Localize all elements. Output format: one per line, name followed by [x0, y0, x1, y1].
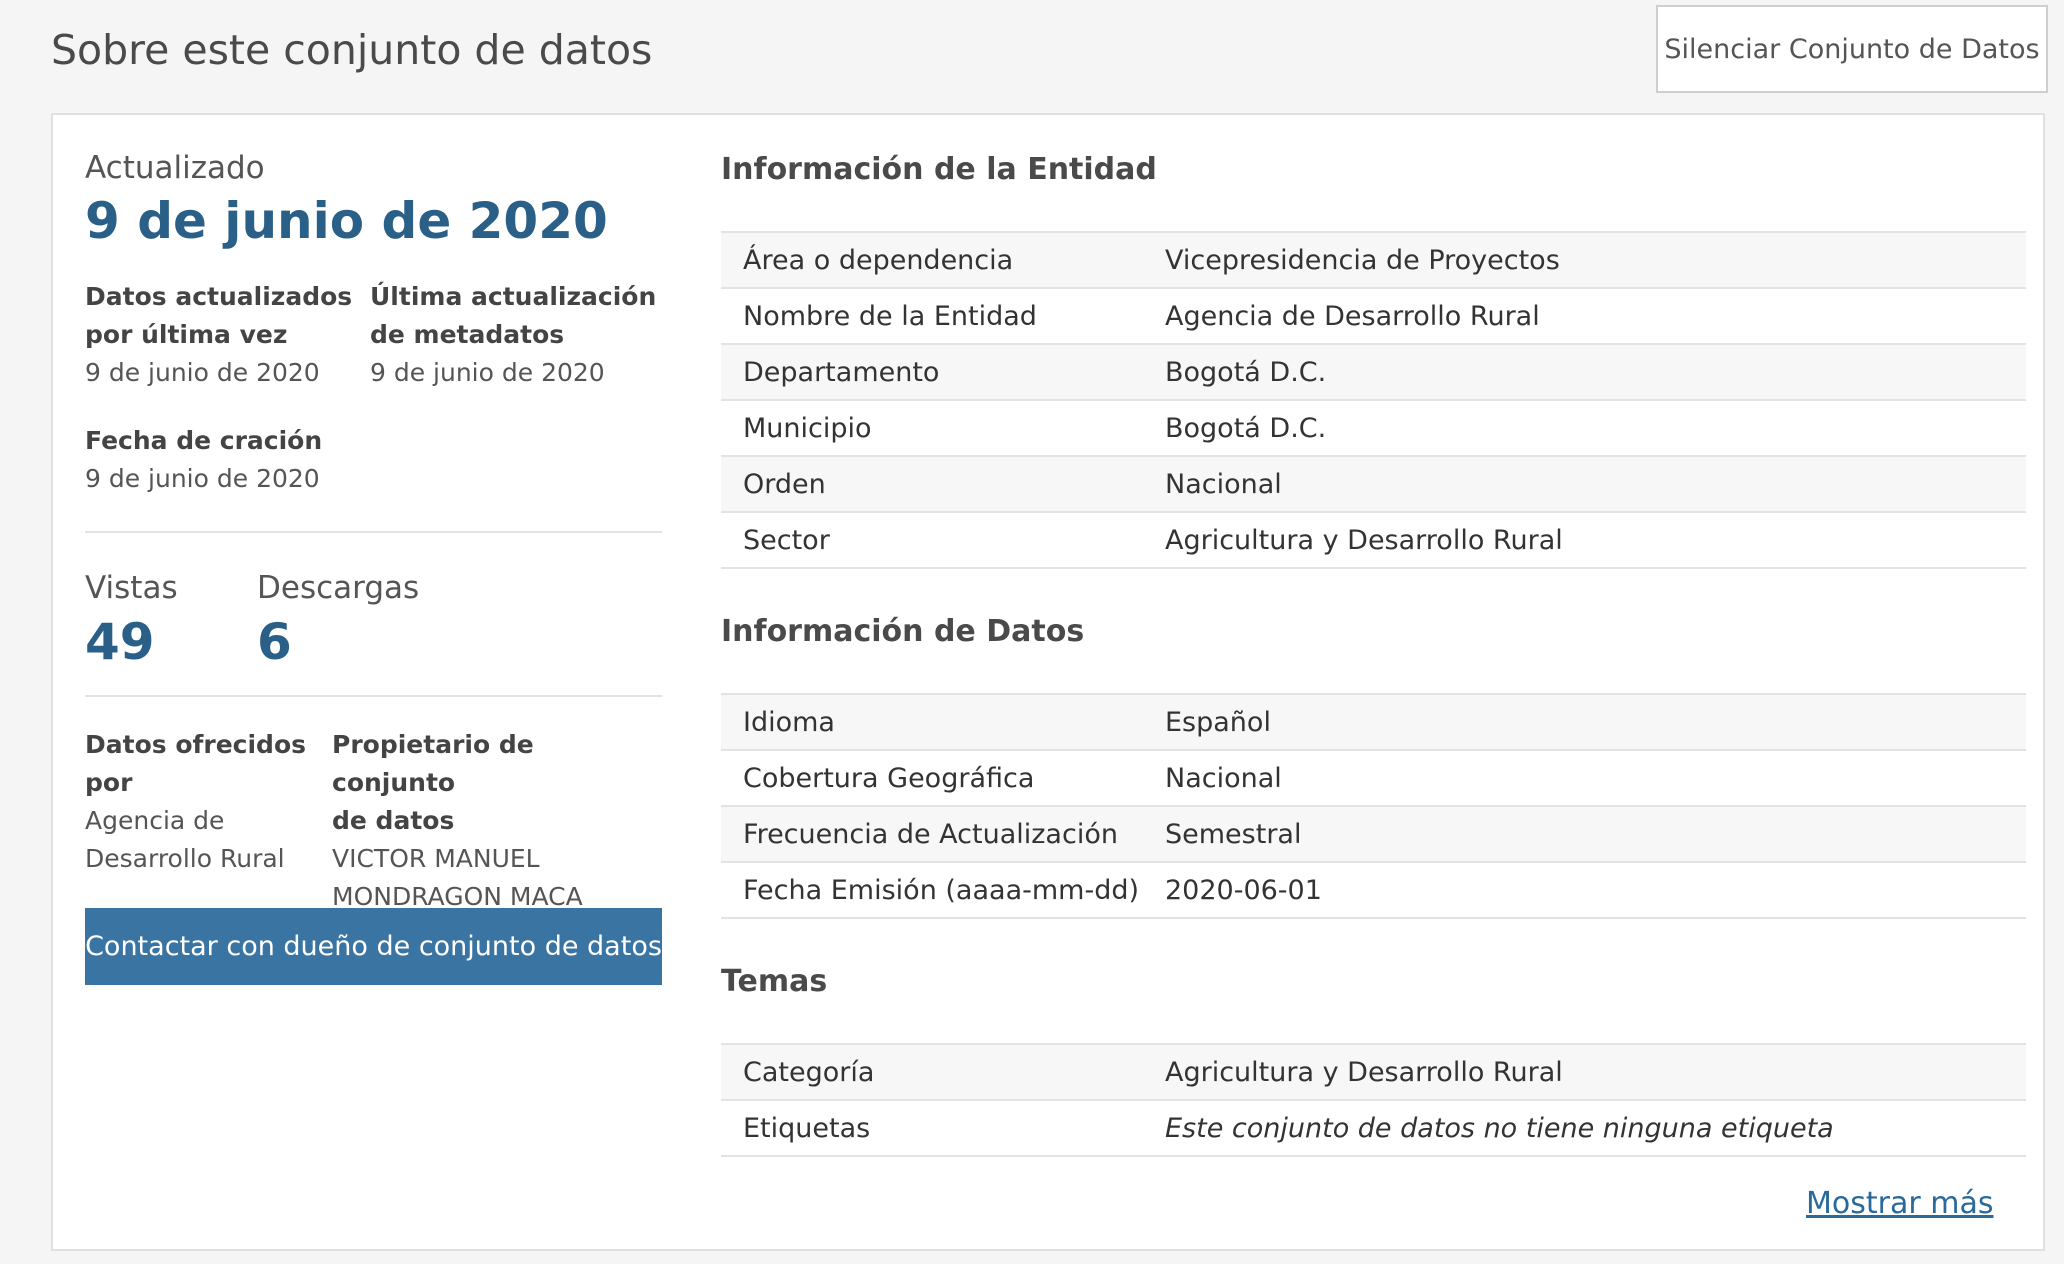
views-label: Vistas	[85, 570, 178, 606]
table-row: Categoría Agricultura y Desarrollo Rural	[721, 1044, 2026, 1100]
metadata-updated-label: Última actualización	[370, 282, 657, 311]
row-key: Orden	[743, 468, 826, 500]
summary-divider	[85, 531, 662, 533]
show-more-link[interactable]: Mostrar más	[1806, 1186, 1993, 1221]
owner-block: Propietario de conjunto de datos VICTOR …	[332, 726, 663, 916]
metadata-updated-block: Última actualización de metadatos 9 de j…	[370, 278, 656, 392]
dataset-about-card: Actualizado 9 de junio de 2020 Datos act…	[51, 113, 2045, 1251]
data-updated-block: Datos actualizados por última vez 9 de j…	[85, 278, 352, 392]
offered-by-label: Datos ofrecidos	[85, 730, 307, 759]
offered-by-block: Datos ofrecidos por Agencia de Desarroll…	[85, 726, 306, 878]
row-value: Nacional	[1165, 468, 1282, 500]
table-row: Sector Agricultura y Desarrollo Rural	[721, 512, 2026, 568]
metadata-updated-label-line2: de metadatos	[370, 320, 565, 349]
created-block: Fecha de cración 9 de junio de 2020	[85, 422, 322, 498]
row-key: Cobertura Geográfica	[743, 762, 1035, 794]
stats-divider	[85, 695, 662, 697]
row-key: Fecha Emisión (aaaa-mm-dd)	[743, 874, 1140, 906]
table-row: Cobertura Geográfica Nacional	[721, 750, 2026, 806]
row-value: Nacional	[1165, 762, 1282, 794]
row-key: Sector	[743, 524, 830, 556]
table-row: Municipio Bogotá D.C.	[721, 400, 2026, 456]
row-value: Este conjunto de datos no tiene ninguna …	[1165, 1112, 1834, 1144]
data-updated-value: 9 de junio de 2020	[85, 358, 320, 387]
row-value: Vicepresidencia de Proyectos	[1165, 244, 1560, 276]
row-key: Municipio	[743, 412, 872, 444]
entity-info-table: Área o dependencia Vicepresidencia de Pr…	[721, 231, 2026, 569]
row-key: Área o dependencia	[743, 244, 1014, 276]
entity-info-title: Información de la Entidad	[721, 152, 1157, 187]
row-value: Agricultura y Desarrollo Rural	[1165, 1056, 1563, 1088]
row-key: Nombre de la Entidad	[743, 300, 1037, 332]
table-row: Área o dependencia Vicepresidencia de Pr…	[721, 232, 2026, 288]
table-row: Frecuencia de Actualización Semestral	[721, 806, 2026, 862]
row-value: Semestral	[1165, 818, 1302, 850]
table-row: Fecha Emisión (aaaa-mm-dd) 2020-06-01	[721, 862, 2026, 918]
owner-label: Propietario de conjunto	[332, 730, 534, 797]
table-row: Departamento Bogotá D.C.	[721, 344, 2026, 400]
contact-owner-button[interactable]: Contactar con dueño de conjunto de datos	[85, 908, 662, 985]
mute-dataset-button[interactable]: Silenciar Conjunto de Datos	[1656, 5, 2048, 93]
row-value: Agricultura y Desarrollo Rural	[1165, 524, 1563, 556]
offered-by-label-line2: por	[85, 768, 133, 797]
downloads-label: Descargas	[257, 570, 420, 606]
topics-title: Temas	[721, 964, 828, 999]
row-key: Categoría	[743, 1056, 875, 1088]
created-label: Fecha de cración	[85, 426, 323, 455]
row-value: Bogotá D.C.	[1165, 356, 1327, 388]
created-value: 9 de junio de 2020	[85, 464, 320, 493]
table-row: Nombre de la Entidad Agencia de Desarrol…	[721, 288, 2026, 344]
row-key: Departamento	[743, 356, 940, 388]
data-updated-label-line2: por última vez	[85, 320, 288, 349]
offered-by-value: Agencia de	[85, 806, 225, 835]
offered-by-value-line2: Desarrollo Rural	[85, 844, 285, 873]
table-row: Orden Nacional	[721, 456, 2026, 512]
owner-value: VICTOR MANUEL	[332, 844, 540, 873]
downloads-count: 6	[257, 613, 292, 671]
table-row: Idioma Español	[721, 694, 2026, 750]
row-key: Frecuencia de Actualización	[743, 818, 1118, 850]
data-info-table: Idioma Español Cobertura Geográfica Naci…	[721, 693, 2026, 919]
data-updated-label: Datos actualizados	[85, 282, 353, 311]
updated-label: Actualizado	[85, 150, 265, 186]
owner-label-line2: de datos	[332, 806, 455, 835]
views-count: 49	[85, 613, 155, 671]
topics-table: Categoría Agricultura y Desarrollo Rural…	[721, 1043, 2026, 1157]
row-value: Agencia de Desarrollo Rural	[1165, 300, 1540, 332]
row-key: Etiquetas	[743, 1112, 871, 1144]
page-title: Sobre este conjunto de datos	[51, 26, 653, 74]
row-value: Español	[1165, 706, 1271, 738]
metadata-updated-value: 9 de junio de 2020	[370, 358, 605, 387]
row-value: 2020-06-01	[1165, 874, 1322, 906]
data-info-title: Información de Datos	[721, 614, 1085, 649]
page-header: Sobre este conjunto de datos Silenciar C…	[0, 0, 2064, 113]
row-key: Idioma	[743, 706, 835, 738]
updated-date: 9 de junio de 2020	[85, 192, 608, 250]
table-row: Etiquetas Este conjunto de datos no tien…	[721, 1100, 2026, 1156]
row-value: Bogotá D.C.	[1165, 412, 1327, 444]
